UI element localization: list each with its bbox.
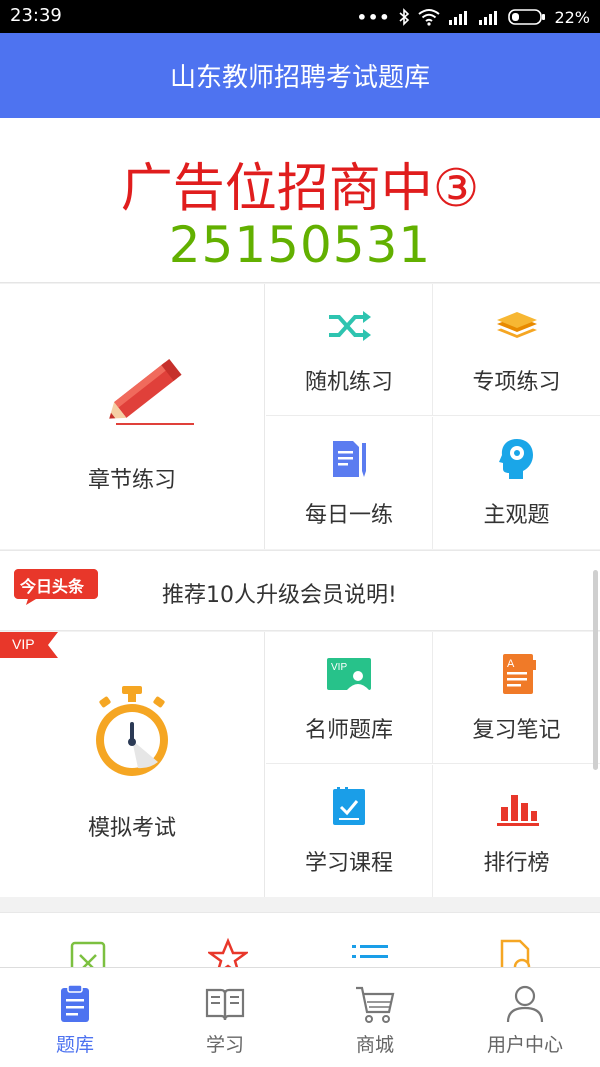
news-text: 推荐10人升级会员说明! — [162, 583, 397, 608]
tab-label-user-center: 用户中心 — [486, 1034, 563, 1056]
course-button[interactable]: 学习课程 — [266, 765, 433, 897]
scrollbar[interactable] — [593, 570, 598, 770]
tab-question-bank[interactable]: 题库 — [0, 968, 150, 1067]
vip-label: VIP — [12, 636, 35, 652]
pencil-icon — [109, 358, 194, 425]
random-practice-label: 随机练习 — [304, 370, 393, 395]
svg-text:A: A — [507, 658, 515, 670]
daily-practice-button[interactable]: 每日一练 — [266, 417, 433, 549]
daily-practice-label: 每日一练 — [304, 503, 393, 528]
status-icons: ••• 22% — [357, 5, 590, 29]
ad-banner[interactable]: 广告位招商中③ 25150531 — [0, 118, 600, 283]
battery-percent: 22% — [554, 7, 590, 27]
practice-panel: 章节练习 随机练习 专项练习 每日一练 主观题 — [0, 284, 600, 549]
special-practice-label: 专项练习 — [472, 370, 561, 395]
status-bar: 23:39 ••• 22% — [0, 0, 600, 33]
tab-study[interactable]: 学习 — [150, 968, 300, 1067]
special-practice-button[interactable]: 专项练习 — [433, 284, 600, 416]
tab-user-center[interactable]: 用户中心 — [450, 968, 600, 1067]
exam-panel: 模拟考试 VIP 名师题库 A 复习笔记 学习课程 排行榜 — [0, 632, 600, 897]
ad-phone: 25150531 — [168, 216, 432, 274]
news-strip[interactable]: 今日头条 推荐10人升级会员说明! — [0, 550, 600, 631]
ranking-label: 排行榜 — [483, 851, 550, 876]
more-dots-icon: ••• — [356, 7, 391, 27]
app-title: 山东教师招聘考试题库 — [169, 63, 430, 93]
ad-text: 广告位招商中③ — [120, 159, 480, 219]
battery-icon — [508, 9, 546, 25]
subjective-button[interactable]: 主观题 — [433, 417, 600, 549]
headline-tag-label: 今日头条 — [20, 577, 85, 596]
tab-mall[interactable]: 商城 — [300, 968, 450, 1067]
user-icon — [506, 985, 544, 1023]
more-features-row — [0, 912, 600, 972]
layers-icon — [496, 312, 537, 338]
vip-card-icon: VIP — [327, 658, 371, 690]
bottom-tab-bar: 题库 学习 商城 用户中心 — [0, 967, 600, 1067]
app-title-bar: 山东教师招聘考试题库 — [0, 33, 600, 118]
mock-exam-label: 模拟考试 — [87, 816, 176, 841]
ranking-button[interactable]: 排行榜 — [433, 765, 600, 897]
stopwatch-icon — [96, 686, 168, 776]
teacher-bank-label: 名师题库 — [304, 718, 393, 743]
chapter-practice-button[interactable]: 章节练习 — [0, 284, 265, 549]
course-label: 学习课程 — [304, 851, 393, 876]
signal-icon-2 — [479, 11, 498, 25]
svg-text:VIP: VIP — [331, 662, 347, 673]
shuffle-icon — [329, 311, 371, 341]
mock-exam-button[interactable]: 模拟考试 — [0, 632, 265, 897]
teacher-bank-button[interactable]: VIP 名师题库 — [266, 632, 433, 764]
document-pen-icon — [333, 441, 366, 477]
status-time: 23:39 — [10, 5, 62, 26]
tab-label-study: 学习 — [205, 1034, 244, 1056]
cart-icon — [356, 986, 395, 1023]
wifi-icon — [418, 9, 441, 26]
chapter-practice-label: 章节练习 — [87, 468, 176, 493]
subjective-label: 主观题 — [483, 503, 550, 528]
checklist-book-icon — [333, 787, 365, 825]
head-brain-icon — [498, 439, 533, 479]
book-icon — [205, 988, 245, 1021]
question-bank-icon — [61, 984, 89, 1022]
bar-chart-icon — [496, 795, 539, 826]
tab-label-mall: 商城 — [355, 1034, 394, 1056]
review-notes-label: 复习笔记 — [472, 718, 561, 743]
signal-icon-1 — [449, 11, 468, 25]
review-notes-button[interactable]: A 复习笔记 — [433, 632, 600, 764]
bluetooth-icon — [399, 8, 410, 26]
notebook-icon: A — [502, 654, 536, 694]
random-practice-button[interactable]: 随机练习 — [266, 284, 433, 416]
tab-label-question-bank: 题库 — [55, 1034, 94, 1056]
